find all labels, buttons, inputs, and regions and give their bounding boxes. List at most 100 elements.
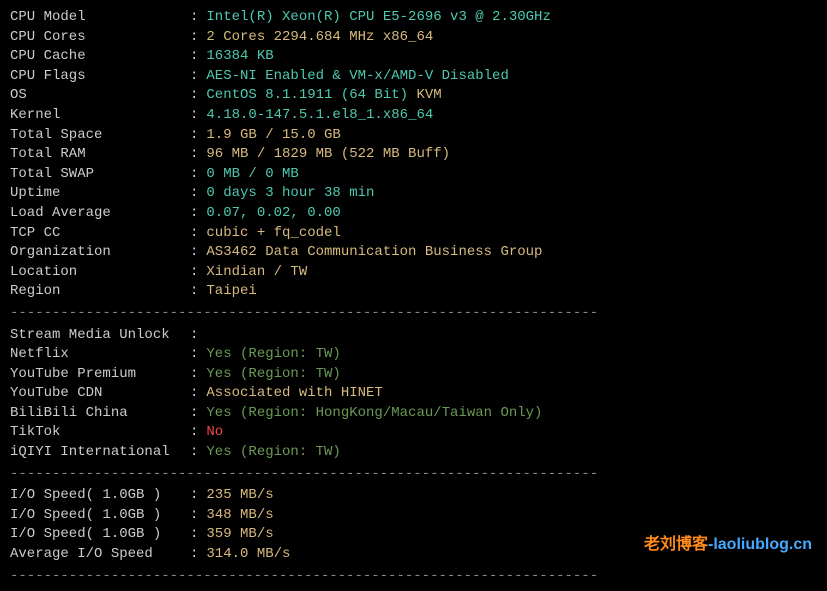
youtube-premium-label: YouTube Premium <box>10 365 190 385</box>
bilibili-label: BiliBili China <box>10 404 190 424</box>
io-speed1-label: I/O Speed( 1.0GB ) <box>10 486 190 506</box>
io-speed2-label: I/O Speed( 1.0GB ) <box>10 506 190 526</box>
cpu-flags-label: CPU Flags <box>10 67 190 87</box>
netflix-value: Yes (Region: TW) <box>206 345 340 365</box>
bilibili-value: Yes (Region: HongKong/Macau/Taiwan Only) <box>206 404 542 424</box>
colon: : <box>190 184 198 204</box>
cpu-model-row: CPU Model : Intel(R) Xeon(R) CPU E5-2696… <box>10 8 817 28</box>
total-swap-row: Total SWAP : 0 MB / 0 MB <box>10 165 817 185</box>
divider: ----------------------------------------… <box>10 567 817 587</box>
youtube-cdn-label: YouTube CDN <box>10 384 190 404</box>
os-value-extra: KVM <box>408 86 442 106</box>
colon: : <box>190 106 198 126</box>
total-ram-value: 96 MB / 1829 MB (522 MB Buff) <box>206 145 450 165</box>
total-ram-label: Total RAM <box>10 145 190 165</box>
region-row: Region : Taipei <box>10 282 817 302</box>
kernel-row: Kernel : 4.18.0-147.5.1.el8_1.x86_64 <box>10 106 817 126</box>
youtube-premium-row: YouTube Premium : Yes (Region: TW) <box>10 365 817 385</box>
colon: : <box>190 243 198 263</box>
io-average-value: 314.0 MB/s <box>206 545 290 565</box>
organization-row: Organization : AS3462 Data Communication… <box>10 243 817 263</box>
total-space-value: 1.9 GB / 15.0 GB <box>206 126 340 146</box>
io-speed2-row: I/O Speed( 1.0GB ) : 348 MB/s <box>10 506 817 526</box>
colon: : <box>190 506 198 526</box>
colon: : <box>190 145 198 165</box>
colon: : <box>190 345 198 365</box>
colon: : <box>190 47 198 67</box>
colon: : <box>190 224 198 244</box>
colon: : <box>190 443 198 463</box>
os-value-main: CentOS 8.1.1911 (64 Bit) <box>206 86 408 106</box>
colon: : <box>190 28 198 48</box>
colon: : <box>190 525 198 545</box>
tiktok-row: TikTok : No <box>10 423 817 443</box>
io-speed1-row: I/O Speed( 1.0GB ) : 235 MB/s <box>10 486 817 506</box>
total-ram-row: Total RAM : 96 MB / 1829 MB (522 MB Buff… <box>10 145 817 165</box>
colon: : <box>190 404 198 424</box>
colon: : <box>190 282 198 302</box>
load-avg-value: 0.07, 0.02, 0.00 <box>206 204 340 224</box>
colon: : <box>190 486 198 506</box>
youtube-cdn-row: YouTube CDN : Associated with HINET <box>10 384 817 404</box>
iqiyi-label: iQIYI International <box>10 443 190 463</box>
total-space-label: Total Space <box>10 126 190 146</box>
location-label: Location <box>10 263 190 283</box>
tcp-cc-row: TCP CC : cubic + fq_codel <box>10 224 817 244</box>
cpu-model-label: CPU Model <box>10 8 190 28</box>
region-value: Taipei <box>206 282 256 302</box>
uptime-label: Uptime <box>10 184 190 204</box>
organization-label: Organization <box>10 243 190 263</box>
watermark: 老刘博客-laoliublog.cn <box>644 534 812 556</box>
cpu-model-value: Intel(R) Xeon(R) CPU E5-2696 v3 @ 2.30GH… <box>206 8 550 28</box>
iqiyi-row: iQIYI International : Yes (Region: TW) <box>10 443 817 463</box>
io-speed3-value: 359 MB/s <box>206 525 273 545</box>
tiktok-value: No <box>206 423 223 443</box>
cpu-flags-row: CPU Flags : AES-NI Enabled & VM-x/AMD-V … <box>10 67 817 87</box>
watermark-cn: 老刘博客 <box>644 536 708 553</box>
colon: : <box>190 365 198 385</box>
colon: : <box>190 86 198 106</box>
cpu-cores-row: CPU Cores : 2 Cores 2294.684 MHz x86_64 <box>10 28 817 48</box>
uptime-value: 0 days 3 hour 38 min <box>206 184 374 204</box>
cpu-cache-label: CPU Cache <box>10 47 190 67</box>
cpu-cores-value: 2 Cores 2294.684 MHz x86_64 <box>206 28 433 48</box>
io-speed1-value: 235 MB/s <box>206 486 273 506</box>
colon: : <box>190 423 198 443</box>
total-swap-value: 0 MB / 0 MB <box>206 165 298 185</box>
divider: ----------------------------------------… <box>10 304 817 324</box>
region-label: Region <box>10 282 190 302</box>
cpu-cores-label: CPU Cores <box>10 28 190 48</box>
load-avg-row: Load Average : 0.07, 0.02, 0.00 <box>10 204 817 224</box>
location-row: Location : Xindian / TW <box>10 263 817 283</box>
cpu-flags-value: AES-NI Enabled & VM-x/AMD-V Disabled <box>206 67 508 87</box>
io-speed2-value: 348 MB/s <box>206 506 273 526</box>
colon: : <box>190 165 198 185</box>
stream-header-row: Stream Media Unlock : <box>10 326 817 346</box>
watermark-domain: -laoliublog.cn <box>708 536 812 553</box>
total-swap-label: Total SWAP <box>10 165 190 185</box>
divider: ----------------------------------------… <box>10 465 817 485</box>
bilibili-row: BiliBili China : Yes (Region: HongKong/M… <box>10 404 817 424</box>
iqiyi-value: Yes (Region: TW) <box>206 443 340 463</box>
kernel-value: 4.18.0-147.5.1.el8_1.x86_64 <box>206 106 433 126</box>
netflix-label: Netflix <box>10 345 190 365</box>
io-average-label: Average I/O Speed <box>10 545 190 565</box>
cpu-cache-row: CPU Cache : 16384 KB <box>10 47 817 67</box>
io-speed3-label: I/O Speed( 1.0GB ) <box>10 525 190 545</box>
colon: : <box>190 384 198 404</box>
colon: : <box>190 326 198 346</box>
os-row: OS : CentOS 8.1.1911 (64 Bit) KVM <box>10 86 817 106</box>
total-space-row: Total Space : 1.9 GB / 15.0 GB <box>10 126 817 146</box>
tcp-cc-value: cubic + fq_codel <box>206 224 340 244</box>
uptime-row: Uptime : 0 days 3 hour 38 min <box>10 184 817 204</box>
netflix-row: Netflix : Yes (Region: TW) <box>10 345 817 365</box>
colon: : <box>190 126 198 146</box>
colon: : <box>190 545 198 565</box>
colon: : <box>190 67 198 87</box>
location-value: Xindian / TW <box>206 263 307 283</box>
cpu-cache-value: 16384 KB <box>206 47 273 67</box>
os-label: OS <box>10 86 190 106</box>
tiktok-label: TikTok <box>10 423 190 443</box>
colon: : <box>190 8 198 28</box>
youtube-cdn-value: Associated with HINET <box>206 384 382 404</box>
